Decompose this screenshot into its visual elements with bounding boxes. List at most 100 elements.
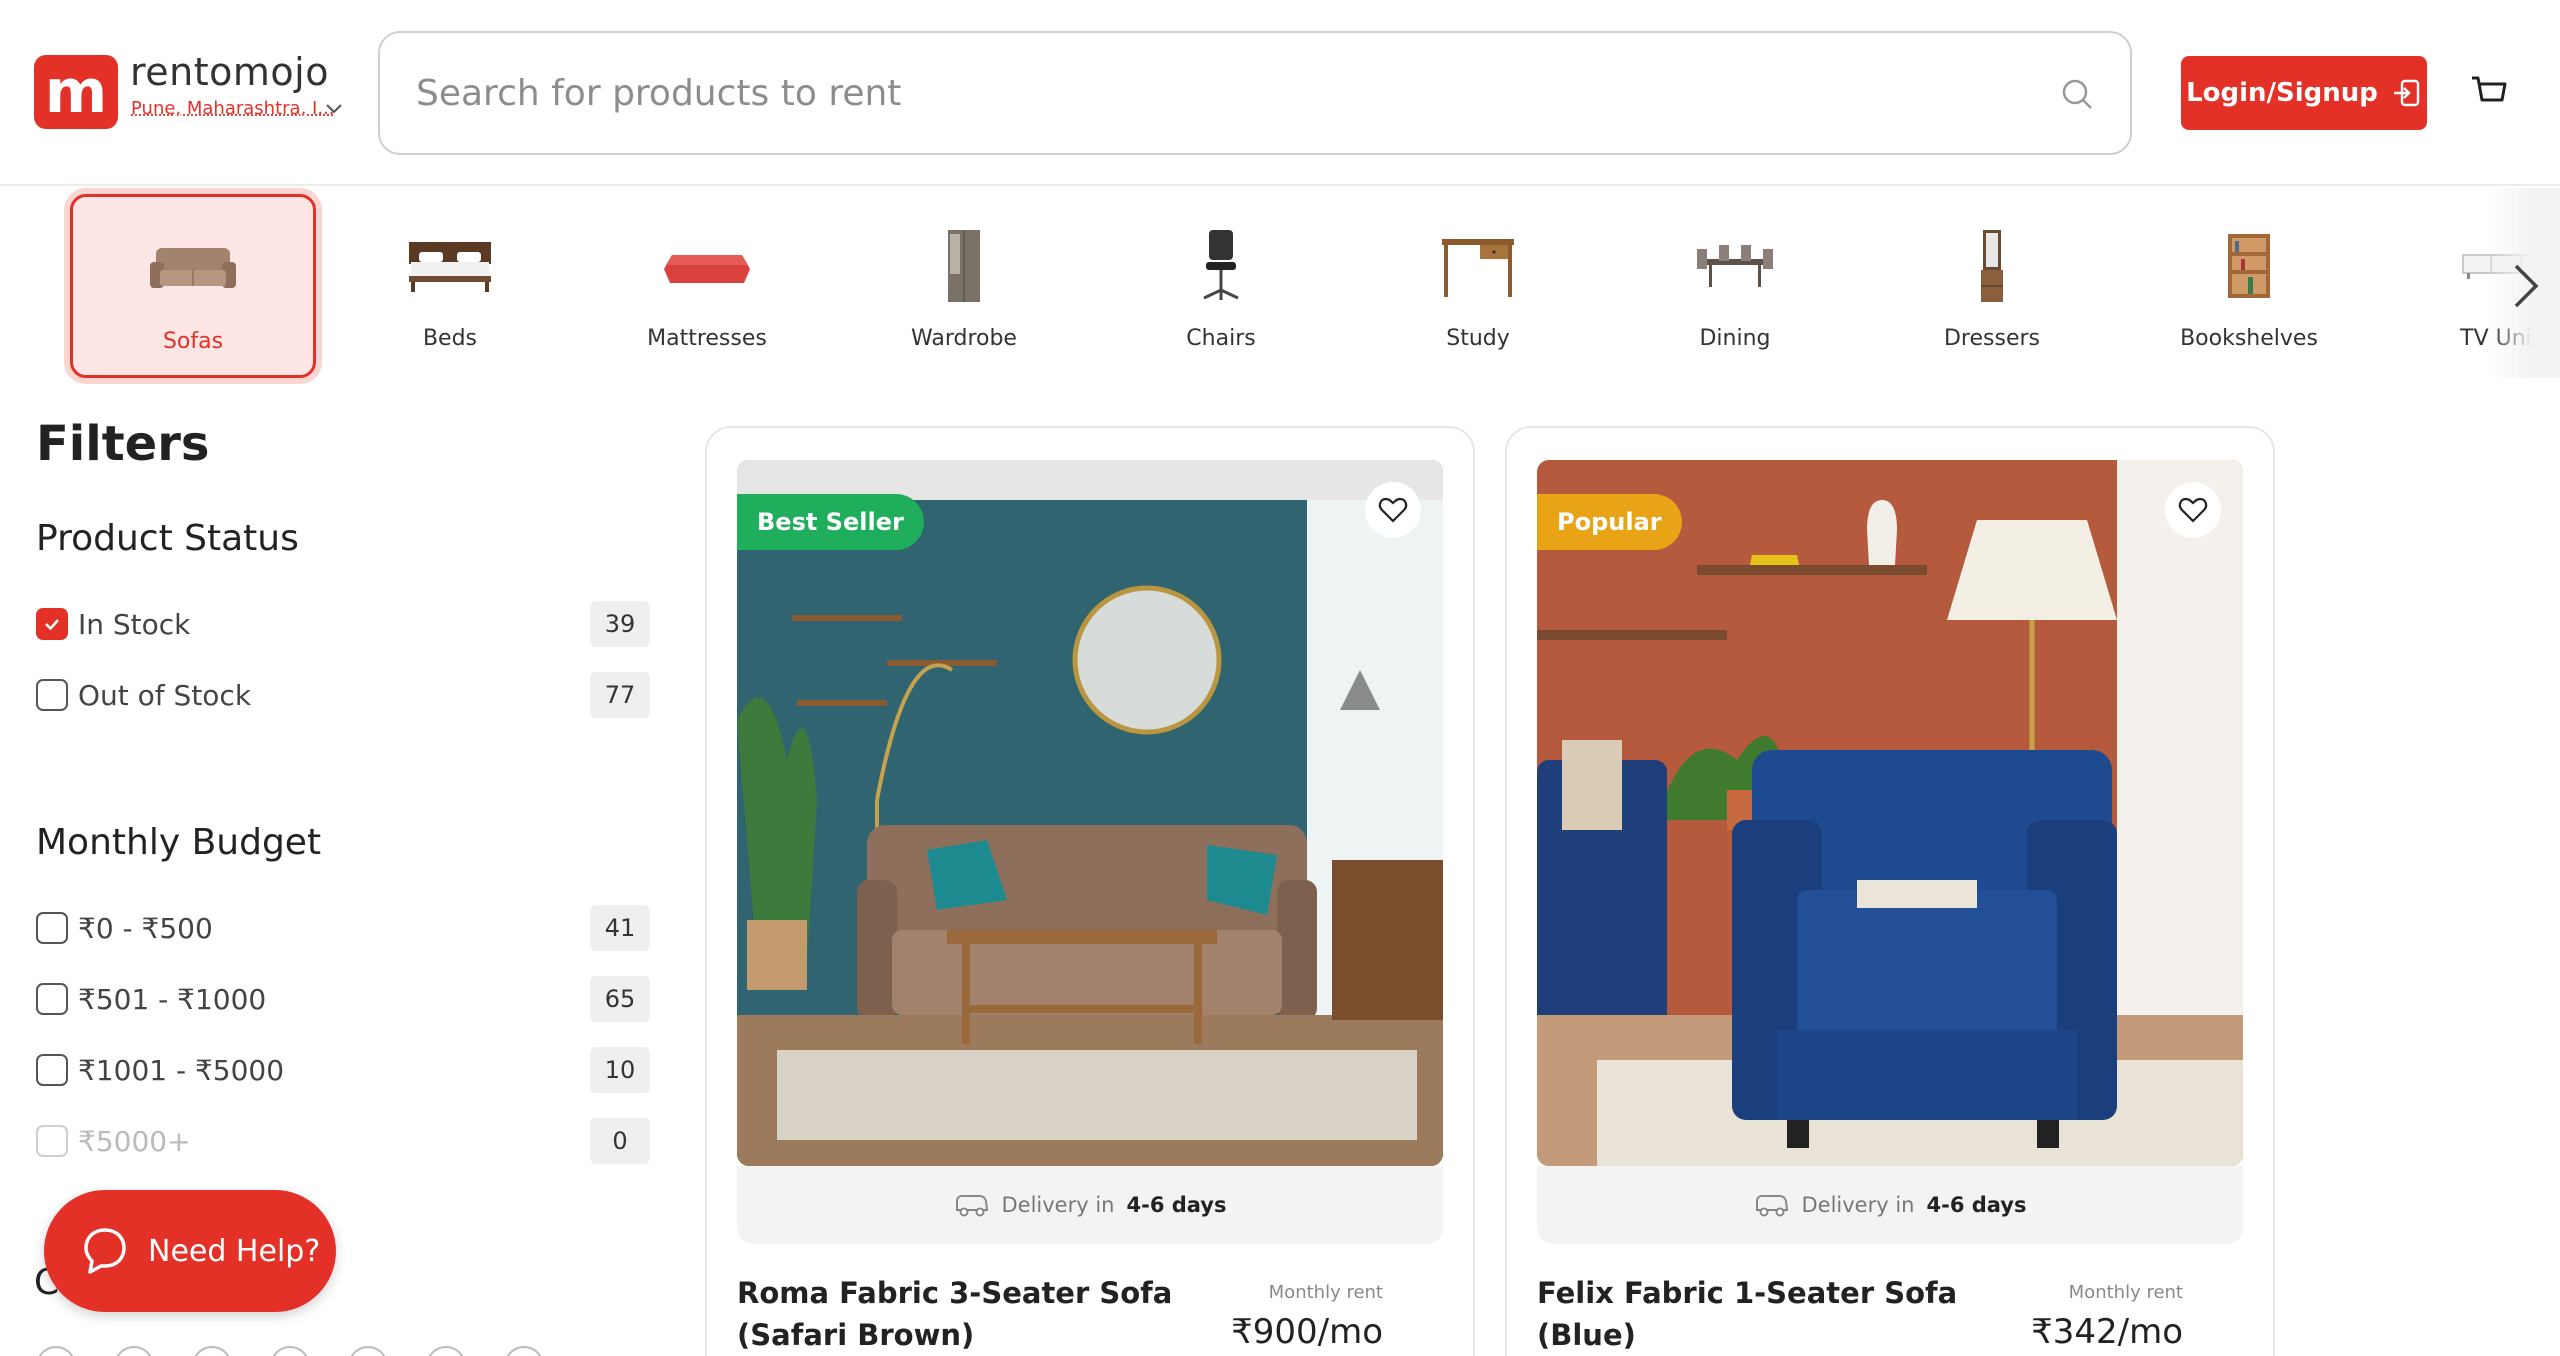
- filter-option-budget-5000-plus: ₹5000+ 0: [36, 1117, 650, 1165]
- category-label: Study: [1446, 326, 1510, 351]
- swatch[interactable]: [114, 1346, 154, 1356]
- category-label: Bookshelves: [2180, 326, 2318, 351]
- filter-option-budget-0-500[interactable]: ₹0 - ₹500 41: [36, 904, 650, 952]
- category-chairs[interactable]: Chairs: [1098, 194, 1344, 378]
- option-count: 39: [590, 601, 650, 647]
- checkbox[interactable]: [36, 608, 68, 640]
- brand-name[interactable]: rentomojo: [130, 50, 329, 94]
- wishlist-button[interactable]: [2165, 482, 2221, 538]
- delivery-days: 4-6 days: [1926, 1193, 2027, 1217]
- swatch[interactable]: [192, 1346, 232, 1356]
- checkbox[interactable]: [36, 912, 68, 944]
- color-swatches-partial: [36, 1346, 544, 1356]
- product-status-title: Product Status: [36, 518, 299, 559]
- category-sofas[interactable]: Sofas: [70, 194, 316, 378]
- checkbox[interactable]: [36, 1054, 68, 1086]
- login-icon: [2393, 79, 2420, 107]
- delivery-prefix: Delivery in: [1801, 1193, 1915, 1217]
- dresser-image: [1932, 226, 2052, 306]
- product-image[interactable]: [1537, 460, 2243, 1166]
- check-icon: [45, 619, 59, 631]
- option-count: 10: [590, 1047, 650, 1093]
- delivery-days: 4-6 days: [1126, 1193, 1227, 1217]
- delivery-info: Delivery in 4-6 days: [1537, 1166, 2243, 1244]
- login-signup-button[interactable]: Login/Signup: [2181, 56, 2427, 130]
- login-label: Login/Signup: [2186, 78, 2378, 108]
- category-label: Beds: [422, 326, 478, 351]
- option-count: 41: [590, 905, 650, 951]
- category-mattresses[interactable]: Mattresses: [584, 194, 830, 378]
- category-label: Wardrobe: [911, 326, 1017, 351]
- checkbox: [36, 1125, 68, 1157]
- product-name[interactable]: Felix Fabric 1-Seater Sofa (Blue): [1537, 1272, 2037, 1356]
- option-label: In Stock: [78, 607, 191, 641]
- truck-icon: [1755, 1195, 1788, 1217]
- wishlist-button[interactable]: [1365, 482, 1421, 538]
- chat-icon: [84, 1228, 126, 1274]
- category-label: Chairs: [1186, 326, 1256, 351]
- option-label: ₹1001 - ₹5000: [78, 1053, 285, 1087]
- product-card[interactable]: Best Seller Delivery in 4-6 days Roma Fab…: [705, 426, 1475, 1356]
- swatch[interactable]: [504, 1346, 544, 1356]
- rentomojo-logo[interactable]: m: [34, 55, 118, 129]
- checkbox[interactable]: [36, 679, 68, 711]
- search-input[interactable]: [416, 33, 2016, 153]
- swatch[interactable]: [348, 1346, 388, 1356]
- swatch[interactable]: [36, 1346, 76, 1356]
- mattress-image: [647, 226, 767, 306]
- monthly-budget-title: Monthly Budget: [36, 822, 322, 863]
- filter-option-in-stock[interactable]: In Stock 39: [36, 600, 650, 648]
- best-seller-badge: Best Seller: [737, 494, 924, 550]
- bookshelf-image: [2189, 226, 2309, 306]
- option-label: ₹501 - ₹1000: [78, 982, 267, 1016]
- product-image[interactable]: [737, 460, 1443, 1166]
- chevron-right-icon[interactable]: [2508, 262, 2542, 310]
- category-bookshelves[interactable]: Bookshelves: [2126, 194, 2372, 378]
- filters-title: Filters: [36, 416, 210, 472]
- category-label: Dining: [1699, 326, 1771, 351]
- product-name[interactable]: Roma Fabric 3-Seater Sofa (Safari Brown): [737, 1272, 1237, 1356]
- category-dining[interactable]: Dining: [1612, 194, 1858, 378]
- category-label: Sofas: [162, 329, 224, 354]
- rent-label: Monthly rent: [2068, 1282, 2183, 1303]
- category-study[interactable]: Study: [1355, 194, 1601, 378]
- option-count: 0: [590, 1118, 650, 1164]
- checkbox[interactable]: [36, 983, 68, 1015]
- need-help-label: Need Help?: [148, 1233, 321, 1269]
- truck-icon: [955, 1195, 988, 1217]
- chevron-down-icon[interactable]: [322, 96, 346, 120]
- rent-price: ₹342/mo: [2031, 1312, 2183, 1352]
- study-table-image: [1418, 226, 1538, 306]
- option-label: Out of Stock: [78, 678, 252, 712]
- chair-image: [1161, 226, 1281, 306]
- cart-icon[interactable]: [2469, 72, 2509, 112]
- need-help-button[interactable]: Need Help?: [44, 1190, 336, 1312]
- heart-icon: [2178, 497, 2208, 523]
- rent-price: ₹900/mo: [1231, 1312, 1383, 1352]
- category-label: Mattresses: [647, 326, 767, 351]
- filter-option-out-of-stock[interactable]: Out of Stock 77: [36, 671, 650, 719]
- delivery-info: Delivery in 4-6 days: [737, 1166, 1443, 1244]
- popular-badge: Popular: [1537, 494, 1682, 550]
- delivery-prefix: Delivery in: [1001, 1193, 1115, 1217]
- category-beds[interactable]: Beds: [327, 194, 573, 378]
- swatch[interactable]: [270, 1346, 310, 1356]
- option-count: 65: [590, 976, 650, 1022]
- option-label: ₹5000+: [78, 1124, 191, 1158]
- search-bar[interactable]: [378, 31, 2132, 155]
- filter-option-budget-1001-5000[interactable]: ₹1001 - ₹5000 10: [36, 1046, 650, 1094]
- category-label: Dressers: [1943, 326, 2040, 351]
- header: m rentomojo Pune, Maharashtra, I... Logi…: [0, 0, 2560, 186]
- category-wardrobe[interactable]: Wardrobe: [841, 194, 1087, 378]
- location-selector[interactable]: Pune, Maharashtra, I...: [131, 98, 335, 119]
- category-dressers[interactable]: Dressers: [1869, 194, 2115, 378]
- option-count: 77: [590, 672, 650, 718]
- rent-label: Monthly rent: [1268, 1282, 1383, 1303]
- option-label: ₹0 - ₹500: [78, 911, 213, 945]
- filter-option-budget-501-1000[interactable]: ₹501 - ₹1000 65: [36, 975, 650, 1023]
- swatch[interactable]: [426, 1346, 466, 1356]
- bed-image: [390, 226, 510, 306]
- sofa-image: [133, 229, 253, 309]
- search-icon[interactable]: [2060, 77, 2094, 111]
- product-card[interactable]: Popular Delivery in 4-6 days Felix Fabric…: [1505, 426, 2275, 1356]
